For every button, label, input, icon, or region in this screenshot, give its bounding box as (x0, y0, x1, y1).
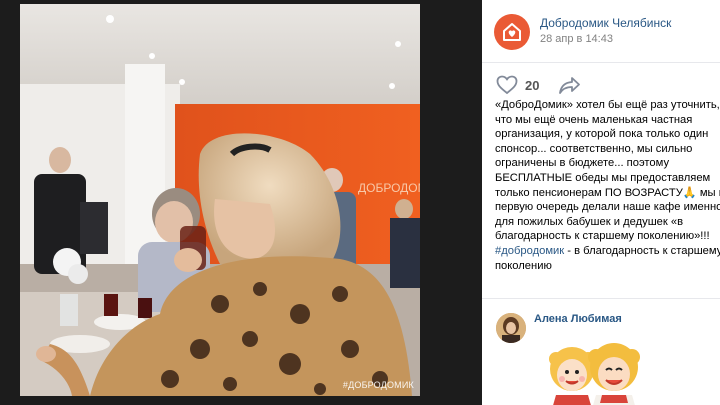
comment-sticker (542, 339, 646, 405)
group-logo-icon (503, 23, 521, 41)
commenter-avatar[interactable] (496, 313, 526, 343)
post-date[interactable]: 28 апр в 14:43 (540, 33, 613, 45)
avatar-image (496, 313, 526, 343)
post-photo[interactable]: ДОБРОДОМ (20, 4, 420, 396)
post-text-body: «ДоброДомик» хотел бы ещё раз уточнить, … (495, 99, 720, 243)
share-button[interactable] (558, 75, 582, 95)
group-avatar[interactable] (494, 14, 530, 50)
commenter-name-link[interactable]: Алена Любимая (534, 313, 622, 325)
like-count: 20 (525, 77, 540, 93)
sticker-image (549, 343, 640, 405)
divider (482, 62, 720, 63)
like-button[interactable]: 20 (496, 74, 546, 96)
cafe-photo-image: ДОБРОДОМ (20, 4, 420, 396)
group-name-link[interactable]: Добродомик Челябинск (540, 16, 671, 30)
heart-icon (496, 75, 518, 95)
photo-viewer[interactable]: ДОБРОДОМ (0, 0, 482, 405)
post-sidebar: Добродомик Челябинск 28 апр в 14:43 20 «… (482, 0, 720, 405)
post-author-row: Добродомик Челябинск 28 апр в 14:43 (494, 14, 720, 54)
share-arrow-icon (559, 77, 580, 94)
photo-watermark: #ДОБРОДОМИК (342, 380, 414, 390)
hashtag-link[interactable]: #добродомик (495, 245, 564, 257)
post-actions: 20 (496, 74, 696, 96)
wall-sign-text: ДОБРОДОМ (358, 181, 420, 195)
comment-item: Алена Любимая (496, 311, 720, 405)
divider (482, 298, 720, 299)
post-text: «ДоброДомик» хотел бы ещё раз уточнить, … (495, 98, 720, 273)
